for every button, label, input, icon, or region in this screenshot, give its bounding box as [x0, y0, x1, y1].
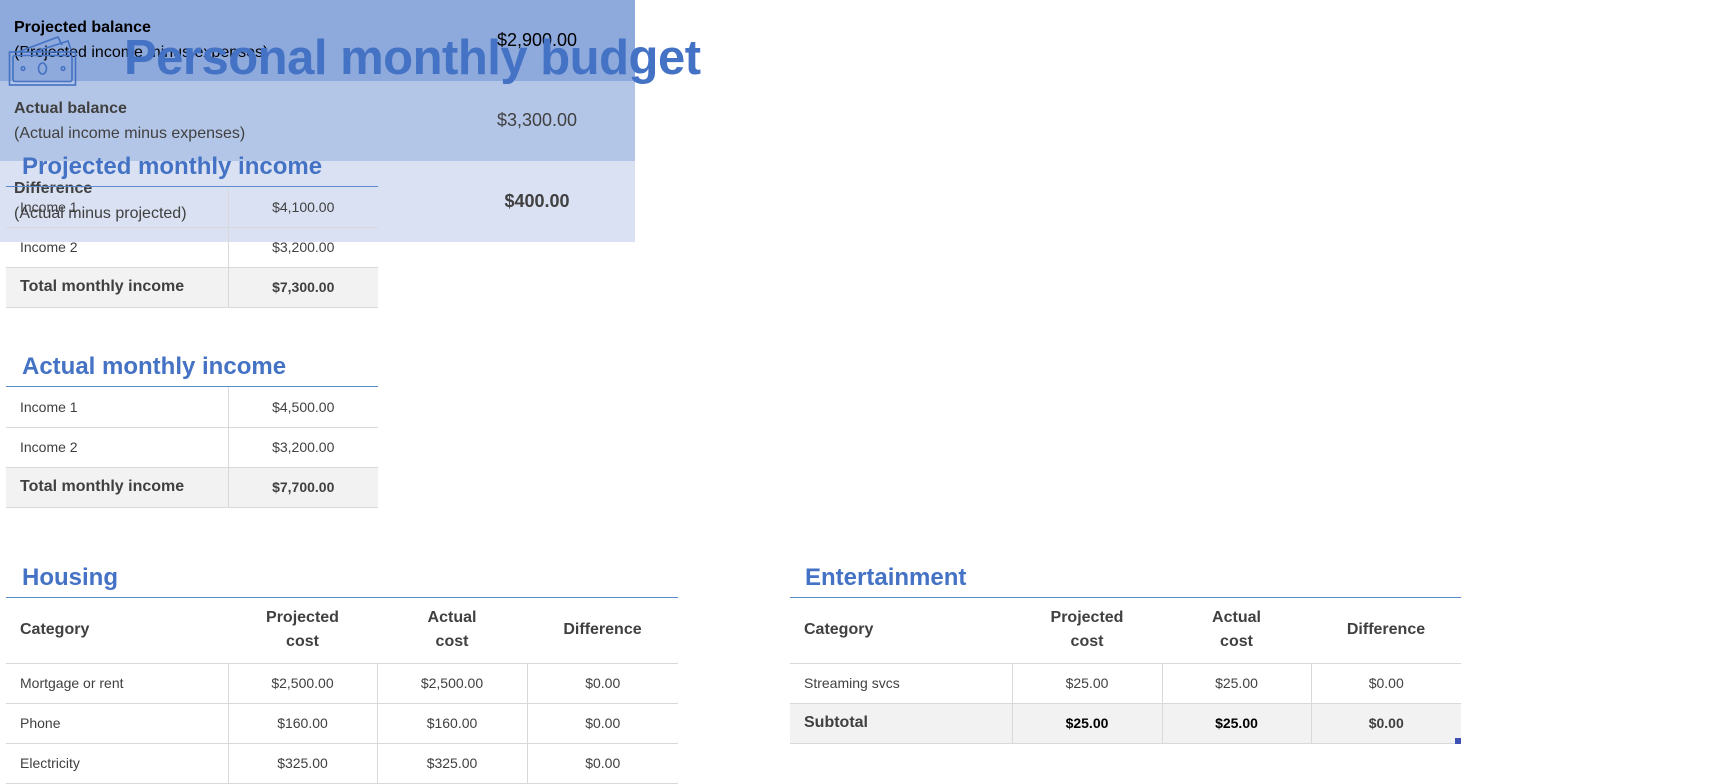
total-row: Total monthly income $7,700.00 — [6, 467, 378, 508]
actual-cell[interactable]: $325.00 — [376, 743, 527, 784]
balance-value: $400.00 — [504, 190, 570, 211]
actual-income-heading: Actual monthly income — [22, 353, 287, 380]
column-header-actual: Actual cost — [377, 598, 527, 664]
balance-sublabel: (Actual income minus expenses) — [14, 124, 246, 142]
projected-cell[interactable]: $25.00 — [1011, 703, 1162, 744]
column-header-category: Category — [790, 598, 1012, 664]
column-header-projected: Projected cost — [228, 598, 377, 664]
column-header-projected: Projected cost — [1012, 598, 1162, 664]
category-cell[interactable]: Electricity — [6, 743, 228, 784]
entertainment-heading: Entertainment — [805, 564, 967, 591]
table-row: Phone $160.00 $160.00 $0.00 — [6, 703, 678, 744]
projected-cell[interactable]: $325.00 — [227, 743, 377, 784]
category-cell[interactable]: Phone — [6, 703, 228, 744]
table-row: Income 1 $4,500.00 — [6, 387, 378, 428]
table-row: Income 2 $3,200.00 — [6, 227, 378, 268]
total-value[interactable]: $7,300.00 — [227, 267, 378, 308]
actual-income-table: Income 1 $4,500.00 Income 2 $3,200.00 Tota… — [6, 387, 378, 508]
entertainment-table: Category Projected cost Actual cost Differenc… — [790, 598, 1461, 744]
difference-cell[interactable]: $0.00 — [526, 703, 678, 744]
income-label[interactable]: Income 1 — [6, 387, 228, 428]
column-header-difference: Difference — [1311, 598, 1461, 664]
page-title: Personal monthly budget — [124, 31, 701, 85]
total-label[interactable]: Total monthly income — [6, 267, 228, 308]
projected-cell[interactable]: $25.00 — [1011, 663, 1162, 704]
actual-balance-row[interactable]: Actual balance (Actual income minus expen… — [0, 80, 635, 161]
column-header-difference: Difference — [527, 598, 678, 664]
housing-table: Category Projected cost Actual cost Differenc… — [6, 598, 678, 784]
actual-cell[interactable]: $2,500.00 — [376, 663, 527, 704]
projected-income-table: Income 1 $4,100.00 Income 2 $3,200.00 Tota… — [6, 187, 378, 308]
total-value[interactable]: $7,700.00 — [227, 467, 378, 508]
table-row: Income 2 $3,200.00 — [6, 427, 378, 468]
balance-label: Actual balance — [14, 99, 127, 117]
balance-value: $3,300.00 — [496, 110, 578, 131]
projected-cell[interactable]: $160.00 — [227, 703, 377, 744]
table-row: Income 1 $4,100.00 — [6, 187, 378, 228]
header-row: Category Projected cost Actual cost Differenc… — [6, 598, 678, 664]
category-cell[interactable]: Mortgage or rent — [6, 663, 228, 704]
projected-cell[interactable]: $2,500.00 — [227, 663, 377, 704]
table-row: Streaming svcs $25.00 $25.00 $0.00 — [790, 663, 1461, 704]
income-value[interactable]: $3,200.00 — [227, 427, 378, 468]
income-label[interactable]: Income 2 — [6, 427, 228, 468]
housing-heading: Housing — [22, 564, 118, 591]
difference-cell[interactable]: $0.00 — [526, 663, 678, 704]
total-row: Total monthly income $7,300.00 — [6, 267, 378, 308]
total-label[interactable]: Total monthly income — [6, 467, 228, 508]
category-cell[interactable]: Streaming svcs — [790, 663, 1012, 704]
table-row: Electricity $325.00 $325.00 $0.00 — [6, 743, 678, 784]
table-resize-handle[interactable] — [1455, 738, 1461, 744]
income-value[interactable]: $4,100.00 — [227, 187, 378, 228]
subtotal-label[interactable]: Subtotal — [790, 703, 1012, 744]
column-header-category: Category — [6, 598, 228, 664]
income-value[interactable]: $4,500.00 — [227, 387, 378, 428]
subtotal-row: Subtotal $25.00 $25.00 $0.00 — [790, 703, 1461, 744]
actual-cell[interactable]: $25.00 — [1161, 703, 1311, 744]
money-icon — [8, 35, 78, 93]
projected-income-heading: Projected monthly income — [22, 153, 323, 180]
income-value[interactable]: $3,200.00 — [227, 227, 378, 268]
difference-cell[interactable]: $0.00 — [1310, 663, 1461, 704]
difference-cell[interactable]: $0.00 — [1310, 703, 1461, 744]
income-label[interactable]: Income 2 — [6, 227, 228, 268]
actual-cell[interactable]: $160.00 — [376, 703, 527, 744]
header-row: Category Projected cost Actual cost Differenc… — [790, 598, 1461, 664]
column-header-actual: Actual cost — [1162, 598, 1311, 664]
actual-cell[interactable]: $25.00 — [1161, 663, 1311, 704]
income-label[interactable]: Income 1 — [6, 187, 228, 228]
table-row: Mortgage or rent $2,500.00 $2,500.00 $0.00 — [6, 663, 678, 704]
difference-cell[interactable]: $0.00 — [526, 743, 678, 784]
